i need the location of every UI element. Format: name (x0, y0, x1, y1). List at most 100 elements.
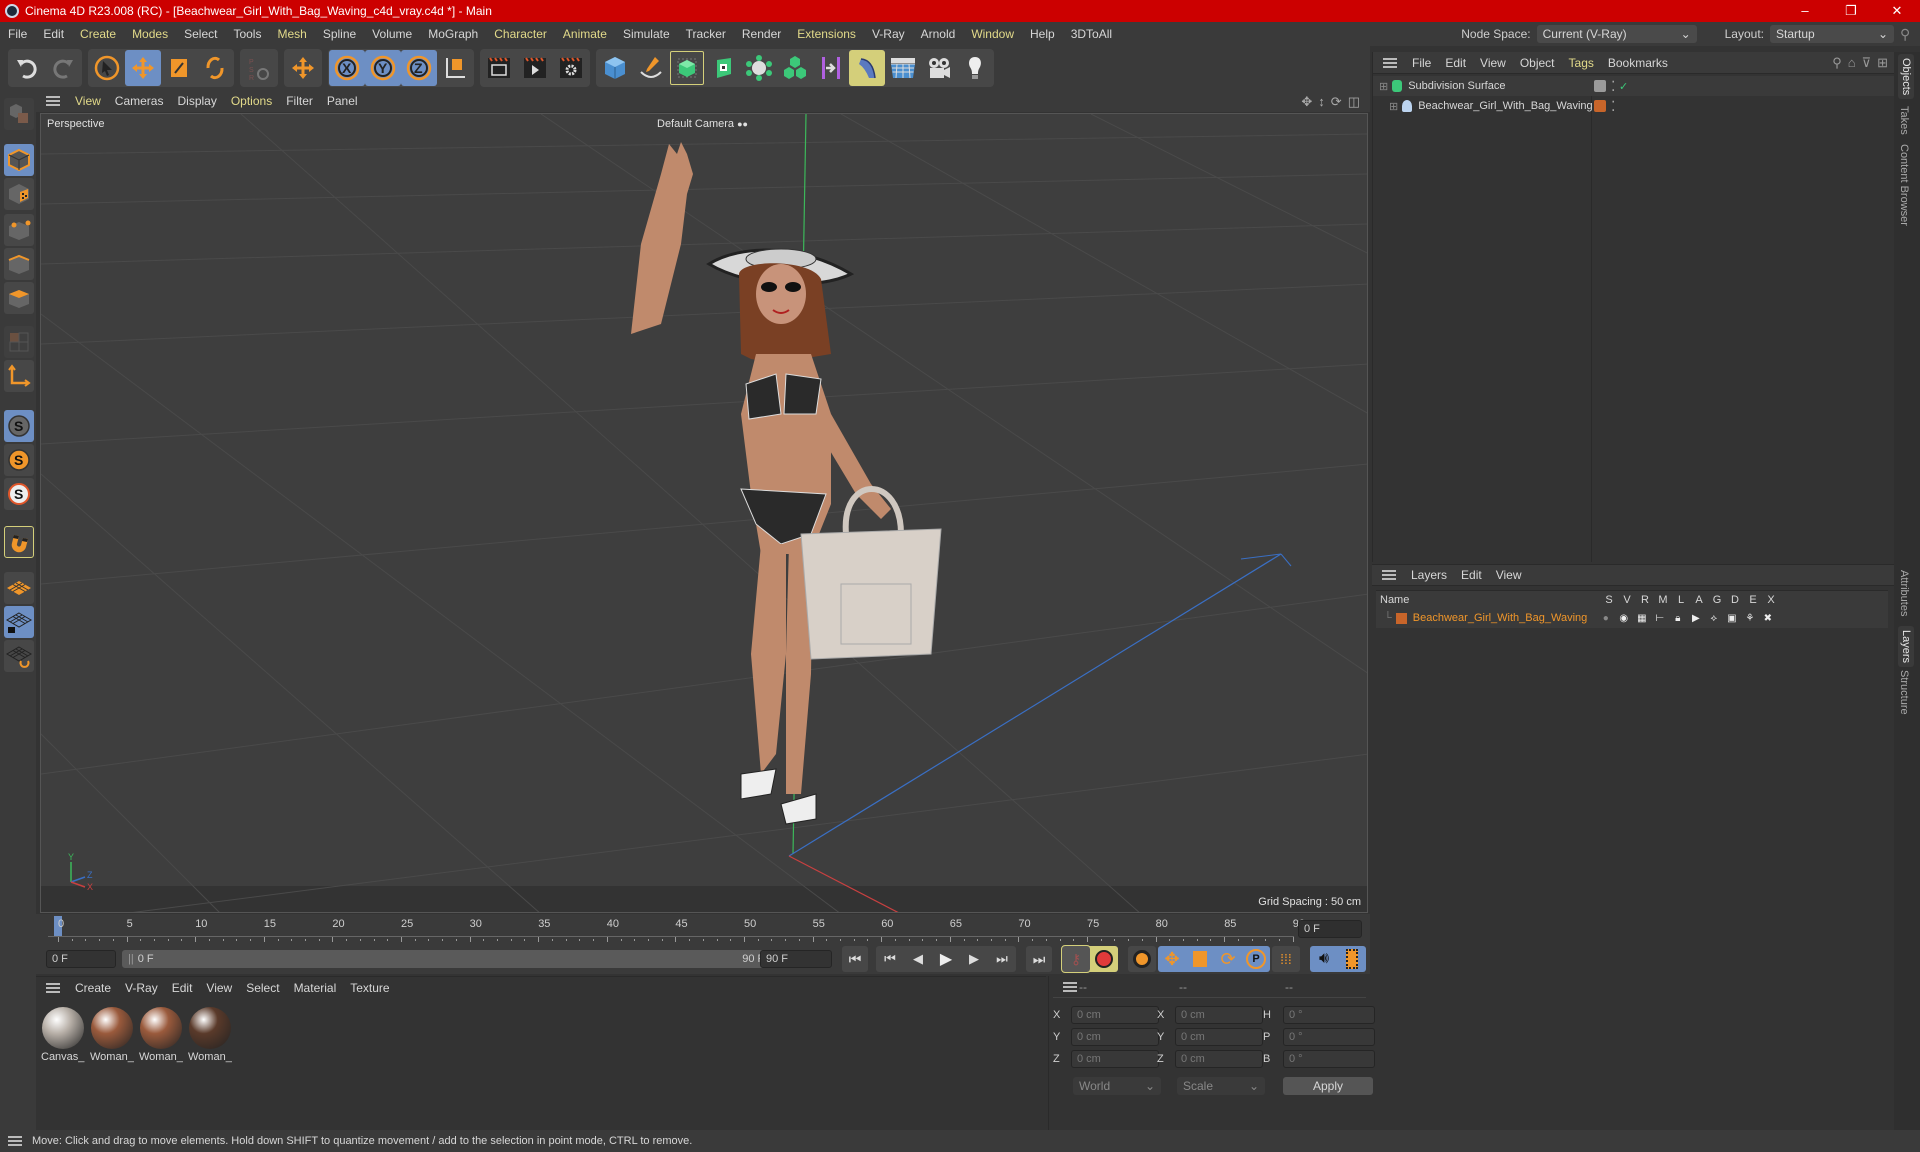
lock-workplane-button[interactable] (4, 606, 34, 638)
end-frame-field[interactable]: 90 F (760, 950, 832, 968)
lock-icon[interactable]: 🔒︎ (1669, 613, 1687, 624)
materials-menu-edit[interactable]: Edit (165, 981, 200, 995)
y-axis-button[interactable]: Y (365, 50, 401, 86)
next-frame-button[interactable]: ▶ (960, 946, 988, 972)
column-v[interactable]: V (1618, 594, 1636, 606)
key-scale-button[interactable] (1186, 946, 1214, 972)
hamburger-icon[interactable] (1382, 570, 1396, 580)
z-axis-button[interactable]: Z (401, 50, 437, 86)
column-m[interactable]: M (1654, 594, 1672, 606)
start-frame-field[interactable]: 0 F (46, 950, 116, 968)
expression-icon[interactable]: ⚘ (1741, 613, 1759, 624)
tab-objects[interactable]: Objects (1898, 54, 1914, 100)
viewport-menu-display[interactable]: Display (170, 94, 223, 108)
materials-menu-material[interactable]: Material (287, 981, 344, 995)
layout-dropdown[interactable]: Startup ⌄ (1770, 25, 1894, 43)
prev-frame-button[interactable]: ◀ (904, 946, 932, 972)
materials-menu-texture[interactable]: Texture (343, 981, 396, 995)
position-field[interactable]: 0 cm (1071, 1028, 1159, 1046)
menu-render[interactable]: Render (734, 22, 789, 46)
hamburger-icon[interactable] (8, 1136, 22, 1146)
objects-menu-view[interactable]: View (1473, 56, 1513, 70)
hamburger-icon[interactable] (46, 96, 60, 106)
menu-character[interactable]: Character (486, 22, 555, 46)
next-key-button[interactable]: ⏭ (988, 946, 1016, 972)
undo-button[interactable] (9, 50, 45, 86)
timeline-window-button[interactable] (1338, 946, 1366, 972)
column-a[interactable]: A (1690, 594, 1708, 606)
materials-menu-v-ray[interactable]: V-Ray (118, 981, 165, 995)
column-x[interactable]: X (1762, 594, 1780, 606)
material-swatch[interactable]: Woman_ (138, 1005, 184, 1065)
menu-edit[interactable]: Edit (35, 22, 72, 46)
material-swatch[interactable]: Canvas_ (40, 1005, 86, 1065)
column-l[interactable]: L (1672, 594, 1690, 606)
layers-menu-view[interactable]: View (1489, 568, 1529, 582)
rotation-field[interactable]: 0 ° (1283, 1028, 1375, 1046)
expand-icon[interactable]: ⊞ (1379, 80, 1388, 93)
menu-tracker[interactable]: Tracker (678, 22, 734, 46)
rotation-field[interactable]: 0 ° (1283, 1006, 1375, 1024)
key-rotation-button[interactable]: ⟳ (1214, 946, 1242, 972)
polygons-mode-button[interactable] (4, 282, 34, 314)
cloner-button[interactable] (741, 50, 777, 86)
visibility-dots-icon[interactable]: ⁚ (1611, 98, 1615, 115)
keyframe-settings-button[interactable] (1128, 946, 1156, 972)
visibility-dots-icon[interactable]: ⁚ (1611, 78, 1615, 95)
toggle-view-icon[interactable]: ◫ (1348, 94, 1360, 110)
column-name[interactable]: Name (1376, 594, 1600, 606)
viewport-menu-panel[interactable]: Panel (320, 94, 365, 108)
maximize-button[interactable]: ❐ (1828, 0, 1874, 22)
dolly-view-icon[interactable]: ↕ (1318, 94, 1325, 110)
tab-takes[interactable]: Takes (1898, 106, 1910, 135)
column-e[interactable]: E (1744, 594, 1762, 606)
menu-3dtoall[interactable]: 3DToAll (1063, 22, 1120, 46)
coord-transform-dropdown[interactable]: Scale ⌄ (1177, 1077, 1265, 1095)
texture-mode-button[interactable] (4, 178, 34, 210)
size-field[interactable]: 0 cm (1175, 1050, 1263, 1068)
viewport-perspective[interactable]: Perspective Default Camera ●● Y Z X Grid… (40, 113, 1368, 913)
position-field[interactable]: 0 cm (1071, 1050, 1159, 1068)
tab-content-browser[interactable]: Content Browser (1898, 144, 1910, 226)
go-to-start-button[interactable]: ⏮ (842, 946, 868, 972)
camera-label[interactable]: Default Camera ●● (657, 118, 748, 130)
layer-name[interactable]: Beachwear_Girl_With_Bag_Waving (1413, 612, 1597, 624)
autokey-button[interactable] (1090, 946, 1118, 972)
add-panel-icon[interactable]: ⊞ (1877, 55, 1888, 71)
menu-help[interactable]: Help (1022, 22, 1063, 46)
extrude-button[interactable] (705, 50, 741, 86)
objects-menu-bookmarks[interactable]: Bookmarks (1601, 56, 1675, 70)
menu-modes[interactable]: Modes (124, 22, 176, 46)
tab-layers[interactable]: Layers (1898, 626, 1914, 668)
layers-menu-layers[interactable]: Layers (1404, 568, 1454, 582)
psr-button[interactable]: PSR (241, 50, 277, 86)
enabled-check-icon[interactable]: ✓ (1619, 80, 1628, 93)
apply-button[interactable]: Apply (1283, 1077, 1373, 1095)
material-swatch[interactable]: Woman_ (89, 1005, 135, 1065)
menu-spline[interactable]: Spline (315, 22, 364, 46)
light-button[interactable] (957, 50, 993, 86)
layer-color-swatch[interactable] (1395, 612, 1407, 624)
sound-button[interactable]: 🔊︎ (1310, 946, 1338, 972)
render-settings-button[interactable] (553, 50, 589, 86)
workplane-button[interactable] (4, 572, 34, 604)
menu-file[interactable]: File (0, 22, 35, 46)
column-d[interactable]: D (1726, 594, 1744, 606)
position-field[interactable]: 0 cm (1071, 1006, 1159, 1024)
menu-create[interactable]: Create (72, 22, 124, 46)
frame-range-slider[interactable]: ||0 F 90 F || (122, 950, 782, 968)
search-icon[interactable]: ⚲ (1900, 26, 1920, 43)
viewport-menu-view[interactable]: View (68, 94, 108, 108)
layer-row[interactable]: └ Beachwear_Girl_With_Bag_Waving ● ◉ ▦ ⊢ 🔒︎ ▶ ⟡ ▣… (1376, 608, 1888, 628)
render-icon[interactable]: ▦ (1633, 613, 1651, 624)
filter-icon[interactable]: ⊽ (1862, 55, 1872, 71)
size-field[interactable]: 0 cm (1175, 1028, 1263, 1046)
viewport-menu-options[interactable]: Options (224, 94, 279, 108)
pan-view-icon[interactable]: ✥ (1301, 94, 1312, 110)
node-space-dropdown[interactable]: Current (V-Ray) ⌄ (1536, 25, 1697, 43)
menu-window[interactable]: Window (963, 22, 1022, 46)
materials-menu-select[interactable]: Select (239, 981, 286, 995)
rotate-tool-button[interactable] (197, 50, 233, 86)
menu-mograph[interactable]: MoGraph (420, 22, 486, 46)
field-button[interactable] (849, 50, 885, 86)
